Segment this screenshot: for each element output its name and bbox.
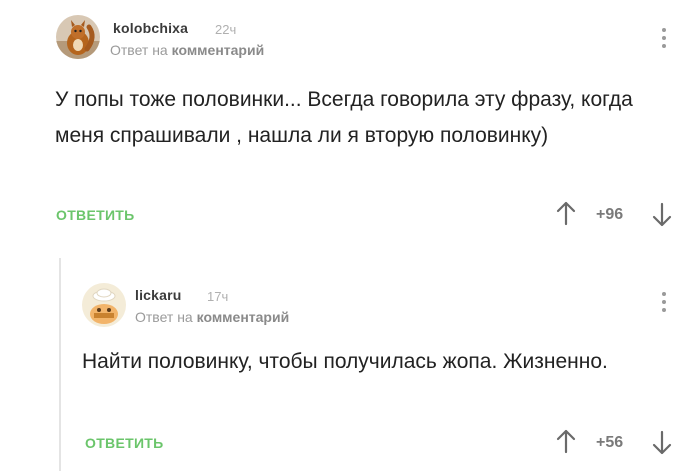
more-vertical-icon[interactable] <box>659 292 669 320</box>
avatar[interactable] <box>82 283 126 327</box>
avatar[interactable] <box>56 15 100 59</box>
comment-2: lickaru 17ч Ответ на комментарий Найти п… <box>60 262 700 471</box>
reply-target-link[interactable]: комментарий <box>172 42 265 58</box>
arrow-up-icon[interactable] <box>555 200 577 226</box>
timestamp: 22ч <box>215 22 237 37</box>
reply-button[interactable]: ОТВЕТИТЬ <box>85 435 164 451</box>
timestamp: 17ч <box>207 289 229 304</box>
arrow-up-icon[interactable] <box>555 428 577 454</box>
username[interactable]: kolobchixa <box>113 20 188 36</box>
username[interactable]: lickaru <box>135 287 182 303</box>
arrow-down-icon[interactable] <box>651 202 673 228</box>
reply-button[interactable]: ОТВЕТИТЬ <box>56 207 135 223</box>
arrow-down-icon[interactable] <box>651 430 673 456</box>
reply-prefix: Ответ на <box>135 309 193 325</box>
rating-score: +96 <box>596 206 624 223</box>
comment-text: Найти половинку, чтобы получилась жопа. … <box>82 350 608 373</box>
reply-target-link[interactable]: комментарий <box>197 309 290 325</box>
reply-to: Ответ на комментарий <box>110 42 264 58</box>
reply-to: Ответ на комментарий <box>135 309 289 325</box>
more-vertical-icon[interactable] <box>659 28 669 56</box>
comment-1: kolobchixa 22ч Ответ на комментарий У по… <box>0 0 700 250</box>
reply-prefix: Ответ на <box>110 42 168 58</box>
rating-score: +56 <box>596 434 624 451</box>
comment-text: У попы тоже половинки... Всегда говорила… <box>55 88 633 147</box>
